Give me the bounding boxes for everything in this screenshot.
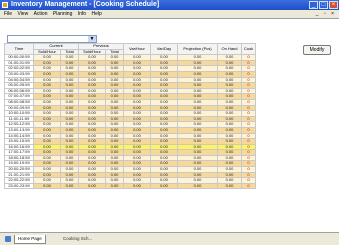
table-body: 00:00-00:59 0.00 0.00 0.00 0.00 0.00 0.00 0.00 0… [4,54,256,190]
time-cell: 21:00-21:59 [4,171,34,179]
app-icon [2,2,8,8]
time-cell: 16:00-16:59 [4,143,34,151]
time-cell: 07:00-07:59 [4,93,34,100]
time-cell: 01:00-01:59 [4,59,34,67]
close-button[interactable]: × [329,1,338,9]
header-cook[interactable]: Cook [241,42,256,56]
previous-sold-hour-cell: 0.00 [78,182,106,190]
time-cell: 03:00-03:59 [4,71,34,78]
maximize-button[interactable]: □ [319,1,328,9]
time-cell: 08:00-08:59 [4,98,34,106]
projection-cell: 0.00 [177,182,218,190]
on-hand-cell: 0.00 [217,182,242,190]
time-cell: 04:00-04:59 [4,76,34,84]
var-day-cell: 0.00 [150,182,178,190]
window-controls: _ □ × [309,1,338,9]
header-time[interactable]: Time [4,42,34,56]
time-cell: 15:00-15:59 [4,138,34,145]
menu-help[interactable]: Help [91,10,101,18]
schedule-dropdown[interactable]: ▼ [7,35,97,43]
current-sold-hour-cell: 0.00 [33,182,61,190]
time-cell: 05:00-05:59 [4,82,34,89]
cooking-schedule-table: Time Current Previous Var/Hour Var/Day P… [4,42,256,190]
menu-planning[interactable]: Planning [53,10,72,18]
cook-cell[interactable]: 0 [241,182,256,190]
time-cell: 18:00-18:59 [4,154,34,162]
time-cell: 02:00-02:59 [4,65,34,72]
menu-file[interactable]: File [4,10,12,18]
time-cell: 23:00-23:59 [4,182,34,190]
chevron-down-icon[interactable]: ▼ [88,36,96,42]
var-hour-cell: 0.00 [123,182,151,190]
header-var-day[interactable]: Var/Day [150,42,178,56]
cooking-schedule-panel: ▼ Modify Time Current Previous Var/Hour … [0,18,339,232]
time-cell: 19:00-19:59 [4,160,34,168]
time-cell: 09:00-09:59 [4,104,34,112]
title-bar: Inventory Management - [Cooking Schedule… [0,0,339,10]
time-cell: 20:00-20:59 [4,166,34,173]
time-cell: 10:00-10:59 [4,110,34,117]
time-cell: 00:00-00:59 [4,54,34,61]
menu-bar: File View Action Planning Info Help _ ▫ … [0,10,339,18]
header-projection[interactable]: Projection (Pcs) [177,42,218,56]
minimize-button[interactable]: _ [309,1,318,9]
table-row[interactable]: 23:00-23:59 0.00 0.00 0.00 0.00 0.00 0.00 0.00 0… [4,182,256,190]
menu-info[interactable]: Info [78,10,86,18]
tab-home-page[interactable]: Home Page [14,235,46,244]
time-cell: 14:00-14:59 [4,132,34,140]
header-on-hand[interactable]: On Hand [217,42,242,56]
time-cell: 06:00-06:59 [4,87,34,95]
tab-cooking-schedule[interactable]: Cooking Sch... [60,235,95,243]
time-cell: 22:00-22:59 [4,177,34,184]
header-var-hour[interactable]: Var/Hour [123,42,151,56]
mdi-controls[interactable]: _ ▫ × [316,10,336,18]
current-total-cell: 0.00 [60,182,79,190]
menu-action[interactable]: Action [34,10,48,18]
home-icon [5,236,11,242]
window-title: Inventory Management - [Cooking Schedule… [11,1,160,8]
menu-view[interactable]: View [17,10,28,18]
modify-button[interactable]: Modify [303,45,331,55]
time-cell: 13:00-13:59 [4,126,34,134]
time-cell: 17:00-17:59 [4,149,34,156]
previous-total-cell: 0.00 [105,182,124,190]
time-cell: 11:00-11:59 [4,115,34,123]
window-tab-bar: Home Page Cooking Sch... [0,232,339,245]
time-cell: 12:00-12:59 [4,121,34,128]
